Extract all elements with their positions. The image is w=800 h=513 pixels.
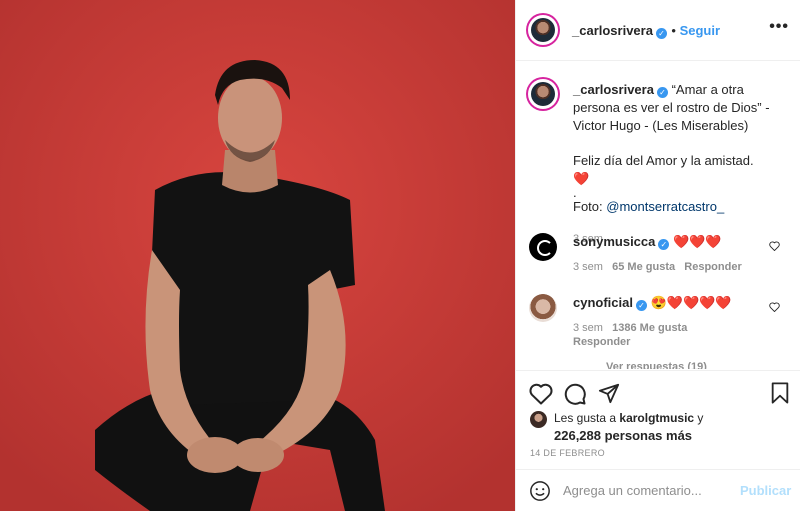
caption-line: Foto: @montserratcastro_ [573, 199, 725, 214]
post-photo[interactable] [0, 0, 515, 511]
post-sidebar: _carlosrivera ✓ • Seguir ••• _carlosriver… [515, 0, 800, 511]
caption-line: Feliz día del Amor y la amistad. ❤️ [573, 153, 754, 186]
comment-username[interactable]: cynoficial [573, 295, 633, 310]
commenter-avatar[interactable] [529, 233, 557, 261]
emoji-icon[interactable] [529, 480, 551, 502]
verified-icon: ✓ [658, 239, 670, 250]
comment-icon[interactable] [563, 382, 587, 406]
heart-icon[interactable] [529, 383, 553, 405]
post-photo-illustration [0, 0, 515, 511]
share-icon[interactable] [598, 382, 620, 404]
follow-button[interactable]: Seguir [680, 23, 720, 38]
comment-time[interactable]: 3 sem [573, 261, 603, 273]
heart-icon[interactable] [769, 302, 780, 312]
author-username[interactable]: _carlosrivera [572, 23, 653, 38]
verified-icon: ✓ [656, 87, 668, 98]
post-caption: _carlosrivera ✓ “Amar a otra persona es v… [573, 81, 773, 248]
separator-dot: • [671, 23, 680, 38]
verified-icon: ✓ [635, 300, 647, 311]
caption-username[interactable]: _carlosrivera [573, 82, 654, 97]
comment-text: ❤️❤️❤️ [673, 234, 722, 249]
caption-line: “Amar a otra [671, 82, 744, 97]
caption-author-avatar[interactable] [528, 79, 558, 109]
add-comment-bar: Agrega un comentario... Publicar [516, 469, 800, 513]
more-icon[interactable]: ••• [769, 18, 789, 36]
commenter-avatar[interactable] [529, 294, 557, 322]
liker-avatar[interactable] [530, 411, 547, 428]
comment-text: 😍❤️❤️❤️❤️ [650, 295, 732, 310]
comment-username[interactable]: sonymusicca [573, 234, 655, 249]
comment-input[interactable]: Agrega un comentario... [563, 483, 702, 498]
caption-line: . [573, 185, 577, 200]
comment-item: sonymusicca ✓ ❤️❤️❤️ 3 sem 65 Me gusta Re… [516, 229, 800, 279]
verified-icon: ✓ [655, 28, 667, 39]
bookmark-icon[interactable] [770, 382, 790, 404]
photo-credit-link[interactable]: @montserratcastro_ [606, 199, 724, 214]
caption-line: Victor Hugo - (Les Miserables) [573, 118, 749, 133]
publish-button[interactable]: Publicar [740, 483, 791, 498]
comment-likes[interactable]: 1386 Me gusta [612, 322, 687, 334]
comment-likes[interactable]: 65 Me gusta [612, 261, 675, 273]
likes-count[interactable]: 226,288 personas más [554, 428, 692, 443]
post-header: _carlosrivera ✓ • Seguir ••• [516, 0, 800, 61]
heart-icon[interactable] [769, 241, 780, 251]
instagram-post-modal: _carlosrivera ✓ • Seguir ••• _carlosriver… [0, 0, 800, 511]
post-actions: Les gusta a karolgtmusic y 226,288 perso… [516, 370, 800, 512]
comments-list[interactable]: _carlosrivera ✓ “Amar a otra persona es v… [516, 61, 800, 369]
reply-button[interactable]: Responder [684, 261, 741, 273]
comment-time[interactable]: 3 sem [573, 322, 603, 334]
comment-item: cynoficial ✓ 😍❤️❤️❤️❤️ 3 sem 1386 Me gust… [516, 290, 800, 360]
liker-username[interactable]: karolgtmusic [619, 411, 694, 425]
author-avatar[interactable] [528, 15, 558, 45]
view-replies-link[interactable]: Ver respuestas (19) [606, 361, 707, 369]
reply-button[interactable]: Responder [573, 336, 630, 348]
post-date[interactable]: 14 DE FEBRERO [530, 448, 605, 458]
likes-summary: Les gusta a karolgtmusic y 226,288 perso… [554, 411, 704, 443]
caption-line: persona es ver el rostro de Dios” - [573, 100, 770, 115]
